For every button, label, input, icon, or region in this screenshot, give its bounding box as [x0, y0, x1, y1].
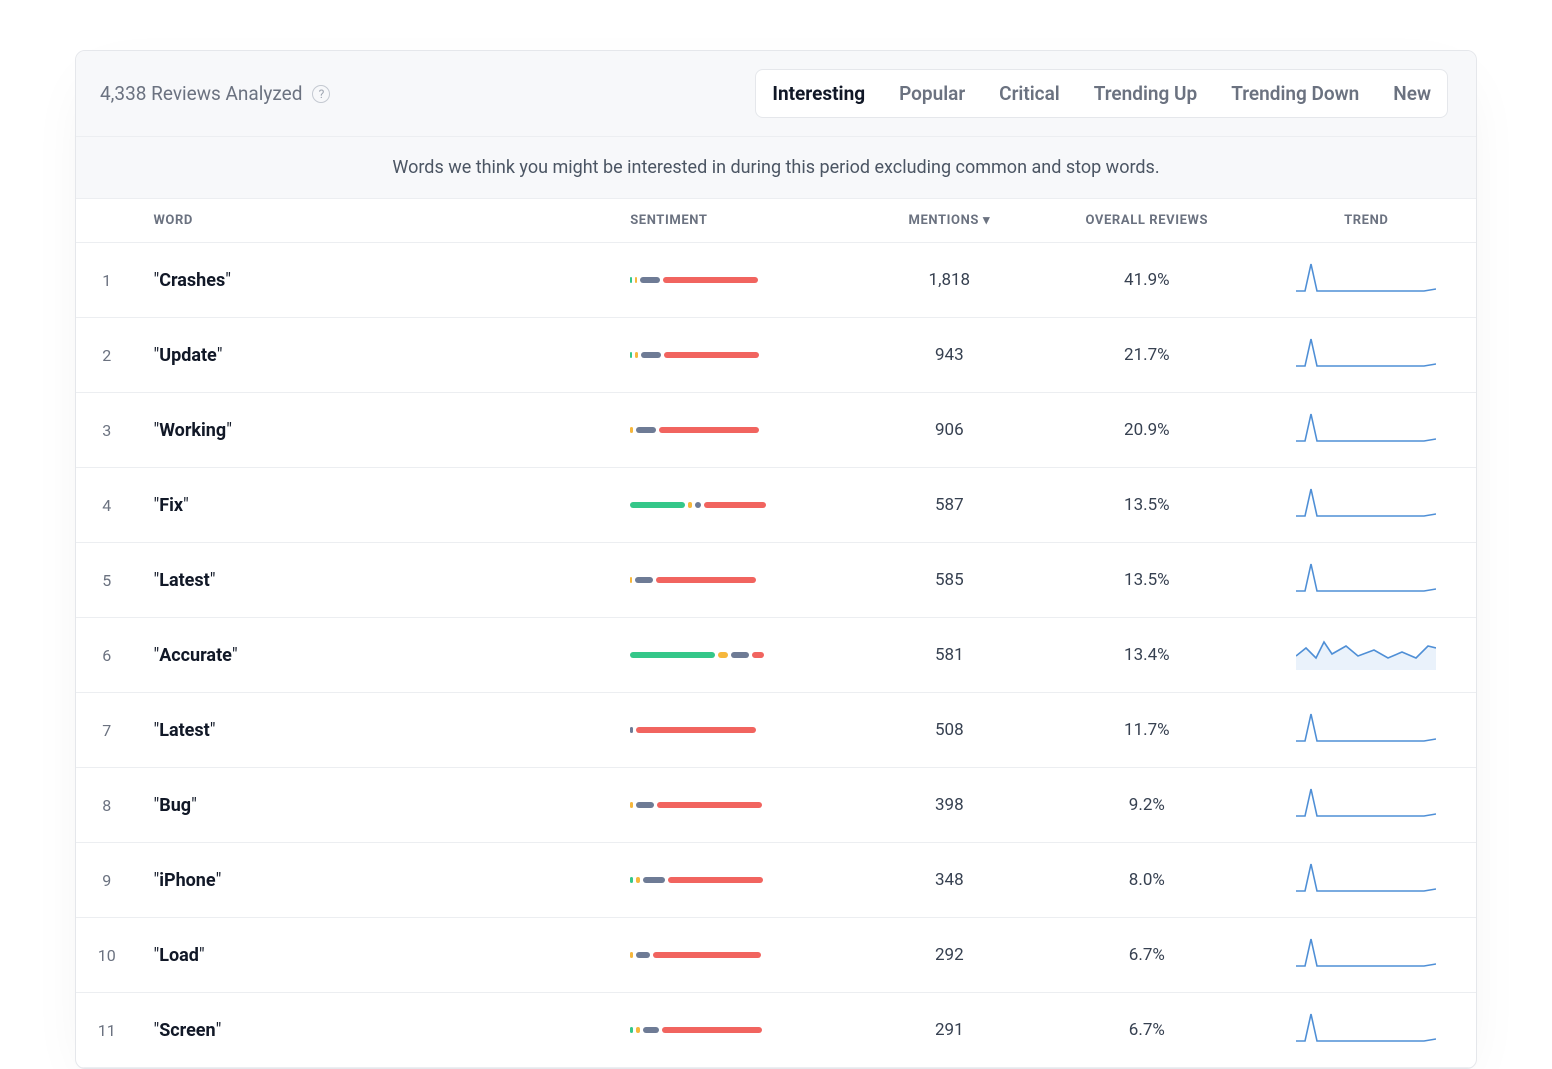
sentiment-bar	[620, 243, 861, 318]
sentiment-bar	[620, 918, 861, 993]
row-trend	[1257, 993, 1476, 1068]
sentiment-bar	[620, 993, 861, 1068]
col-index	[76, 199, 137, 243]
table-row[interactable]: 9"iPhone" 3488.0%	[76, 843, 1476, 918]
tab-interesting[interactable]: Interesting	[766, 78, 871, 109]
row-word[interactable]: "Fix"	[137, 468, 620, 543]
col-sentiment[interactable]: SENTIMENT	[620, 199, 861, 243]
sentiment-bar	[620, 693, 861, 768]
row-word[interactable]: "Load"	[137, 918, 620, 993]
table-row[interactable]: 4"Fix" 58713.5%	[76, 468, 1476, 543]
row-index: 5	[76, 543, 137, 618]
row-mentions: 398	[862, 768, 1038, 843]
row-mentions: 348	[862, 843, 1038, 918]
row-word[interactable]: "Latest"	[137, 693, 620, 768]
summary-text: 4,338 Reviews Analyzed	[100, 82, 302, 105]
row-mentions: 581	[862, 618, 1038, 693]
row-trend	[1257, 843, 1476, 918]
row-trend	[1257, 318, 1476, 393]
row-mentions: 1,818	[862, 243, 1038, 318]
row-trend	[1257, 543, 1476, 618]
row-trend	[1257, 393, 1476, 468]
col-word[interactable]: WORD	[137, 199, 620, 243]
sort-desc-icon: ▾	[983, 213, 990, 228]
table-row[interactable]: 5"Latest" 58513.5%	[76, 543, 1476, 618]
row-index: 11	[76, 993, 137, 1068]
row-trend	[1257, 768, 1476, 843]
tabs: Interesting Popular Critical Trending Up Tre…	[755, 69, 1448, 118]
row-overall: 11.7%	[1037, 693, 1256, 768]
card-topbar: 4,338 Reviews Analyzed ? Interesting Popu…	[76, 51, 1476, 137]
row-word[interactable]: "Latest"	[137, 543, 620, 618]
row-trend	[1257, 243, 1476, 318]
col-mentions-label: MENTIONS	[909, 213, 979, 228]
sentiment-bar	[620, 393, 861, 468]
row-index: 9	[76, 843, 137, 918]
col-overall[interactable]: OVERALL REVIEWS	[1037, 199, 1256, 243]
row-overall: 6.7%	[1037, 993, 1256, 1068]
tab-popular[interactable]: Popular	[893, 78, 971, 109]
row-word[interactable]: "Working"	[137, 393, 620, 468]
table-row[interactable]: 8"Bug" 3989.2%	[76, 768, 1476, 843]
row-trend	[1257, 693, 1476, 768]
row-index: 10	[76, 918, 137, 993]
sentiment-bar	[620, 468, 861, 543]
col-trend[interactable]: TREND	[1257, 199, 1476, 243]
row-trend	[1257, 468, 1476, 543]
row-index: 6	[76, 618, 137, 693]
tab-trending-down[interactable]: Trending Down	[1225, 78, 1365, 109]
table-row[interactable]: 11"Screen" 2916.7%	[76, 993, 1476, 1068]
row-overall: 21.7%	[1037, 318, 1256, 393]
row-index: 8	[76, 768, 137, 843]
row-index: 3	[76, 393, 137, 468]
table-row[interactable]: 1"Crashes" 1,81841.9%	[76, 243, 1476, 318]
summary: 4,338 Reviews Analyzed ?	[100, 82, 330, 105]
row-index: 2	[76, 318, 137, 393]
tab-new[interactable]: New	[1387, 78, 1437, 109]
col-mentions[interactable]: MENTIONS ▾	[862, 199, 1038, 243]
row-overall: 13.5%	[1037, 468, 1256, 543]
sentiment-bar	[620, 618, 861, 693]
row-mentions: 585	[862, 543, 1038, 618]
row-word[interactable]: "Update"	[137, 318, 620, 393]
description: Words we think you might be interested i…	[76, 137, 1476, 199]
row-trend	[1257, 618, 1476, 693]
row-mentions: 587	[862, 468, 1038, 543]
row-mentions: 292	[862, 918, 1038, 993]
row-word[interactable]: "Screen"	[137, 993, 620, 1068]
row-overall: 6.7%	[1037, 918, 1256, 993]
table-row[interactable]: 3"Working" 90620.9%	[76, 393, 1476, 468]
table-row[interactable]: 7"Latest" 50811.7%	[76, 693, 1476, 768]
row-index: 7	[76, 693, 137, 768]
row-overall: 8.0%	[1037, 843, 1256, 918]
sentiment-bar	[620, 543, 861, 618]
row-word[interactable]: "Crashes"	[137, 243, 620, 318]
sentiment-bar	[620, 318, 861, 393]
row-mentions: 508	[862, 693, 1038, 768]
row-word[interactable]: "Accurate"	[137, 618, 620, 693]
row-index: 1	[76, 243, 137, 318]
tab-trending-up[interactable]: Trending Up	[1088, 78, 1203, 109]
sentiment-bar	[620, 768, 861, 843]
sentiment-bar	[620, 843, 861, 918]
words-table: WORD SENTIMENT MENTIONS ▾ OVERALL REVIEWS…	[76, 199, 1476, 1068]
tab-critical[interactable]: Critical	[993, 78, 1066, 109]
row-overall: 20.9%	[1037, 393, 1256, 468]
reviews-word-analysis-card: 4,338 Reviews Analyzed ? Interesting Popu…	[75, 50, 1477, 1069]
table-row[interactable]: 10"Load" 2926.7%	[76, 918, 1476, 993]
row-word[interactable]: "iPhone"	[137, 843, 620, 918]
row-mentions: 943	[862, 318, 1038, 393]
row-mentions: 291	[862, 993, 1038, 1068]
row-index: 4	[76, 468, 137, 543]
help-icon[interactable]: ?	[312, 85, 330, 103]
row-word[interactable]: "Bug"	[137, 768, 620, 843]
table-row[interactable]: 6"Accurate" 58113.4%	[76, 618, 1476, 693]
row-mentions: 906	[862, 393, 1038, 468]
row-overall: 41.9%	[1037, 243, 1256, 318]
table-row[interactable]: 2"Update" 94321.7%	[76, 318, 1476, 393]
row-overall: 9.2%	[1037, 768, 1256, 843]
row-overall: 13.4%	[1037, 618, 1256, 693]
row-overall: 13.5%	[1037, 543, 1256, 618]
row-trend	[1257, 918, 1476, 993]
